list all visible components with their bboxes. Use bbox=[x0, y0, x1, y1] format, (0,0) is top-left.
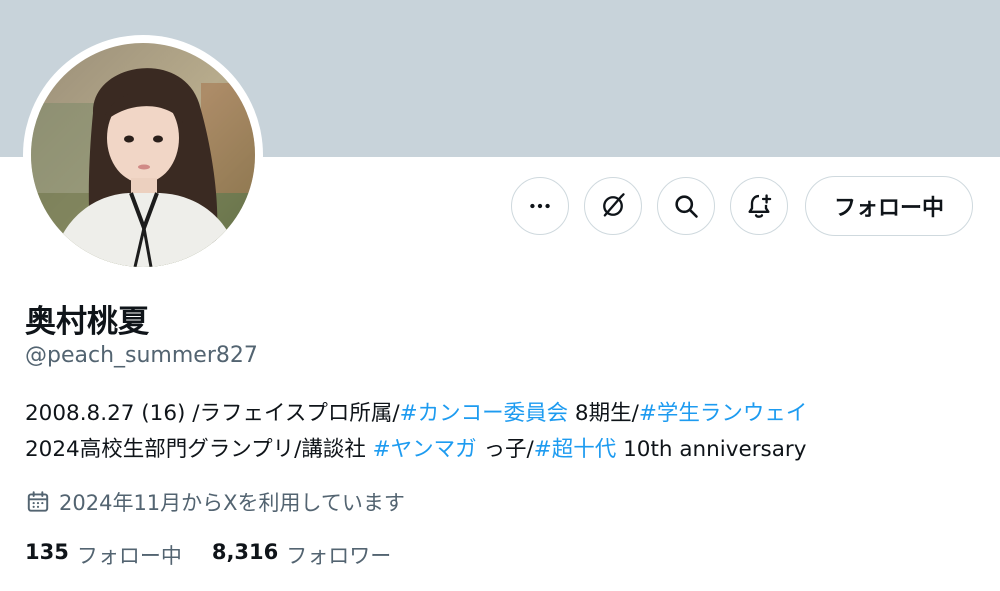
followers-label: フォロワー bbox=[286, 544, 392, 568]
following-count-link[interactable]: 135 フォロー中 bbox=[25, 540, 182, 570]
join-date: 2024年11月からXを利用しています bbox=[25, 486, 405, 518]
display-name: 奥村桃夏 bbox=[25, 304, 149, 340]
grok-icon bbox=[603, 193, 625, 217]
more-icon bbox=[530, 203, 550, 209]
grok-button[interactable] bbox=[583, 177, 642, 235]
notify-button[interactable] bbox=[729, 177, 788, 235]
join-date-text: 2024年11月からXを利用しています bbox=[59, 491, 405, 515]
hashtag-link[interactable]: #超十代 bbox=[534, 437, 617, 462]
following-button[interactable]: フォロー中 bbox=[804, 176, 973, 236]
hashtag-link[interactable]: #学生ランウェイ bbox=[639, 401, 808, 426]
profile-actions: フォロー中 bbox=[510, 176, 973, 236]
bio-line-1: 2008.8.27 (16) /ラフェイスプロ所属/#カンコー委員会 8期生/#… bbox=[25, 396, 807, 432]
bio-text: っ子/ bbox=[476, 437, 534, 462]
calendar-icon bbox=[27, 491, 49, 512]
follow-stats: 135 フォロー中 8,316 フォロワー bbox=[25, 540, 391, 570]
bio-line-2: 2024高校生部門グランプリ/講談社 #ヤンマガ っ子/#超十代 10th an… bbox=[25, 432, 807, 468]
hashtag-link[interactable]: #ヤンマガ bbox=[373, 437, 477, 462]
bio-text: 10th anniversary bbox=[616, 437, 807, 462]
bio: 2008.8.27 (16) /ラフェイスプロ所属/#カンコー委員会 8期生/#… bbox=[25, 396, 807, 468]
more-button[interactable] bbox=[510, 177, 569, 235]
following-count: 135 bbox=[25, 540, 69, 564]
avatar-ring bbox=[23, 35, 263, 275]
following-label: フォロー中 bbox=[76, 544, 182, 568]
followers-count-link[interactable]: 8,316 フォロワー bbox=[212, 540, 391, 570]
bell-plus-icon bbox=[748, 194, 772, 218]
bio-text: 2008.8.27 (16) /ラフェイスプロ所属/ bbox=[25, 401, 400, 426]
bio-text: 2024高校生部門グランプリ/講談社 bbox=[25, 437, 373, 462]
search-icon bbox=[675, 195, 698, 218]
bio-text: 8期生/ bbox=[568, 401, 639, 426]
followers-count: 8,316 bbox=[211, 540, 279, 564]
search-button[interactable] bbox=[656, 177, 715, 235]
avatar[interactable] bbox=[31, 43, 255, 267]
hashtag-link[interactable]: #カンコー委員会 bbox=[400, 401, 569, 426]
user-handle: @peach_summer827 bbox=[25, 343, 258, 368]
